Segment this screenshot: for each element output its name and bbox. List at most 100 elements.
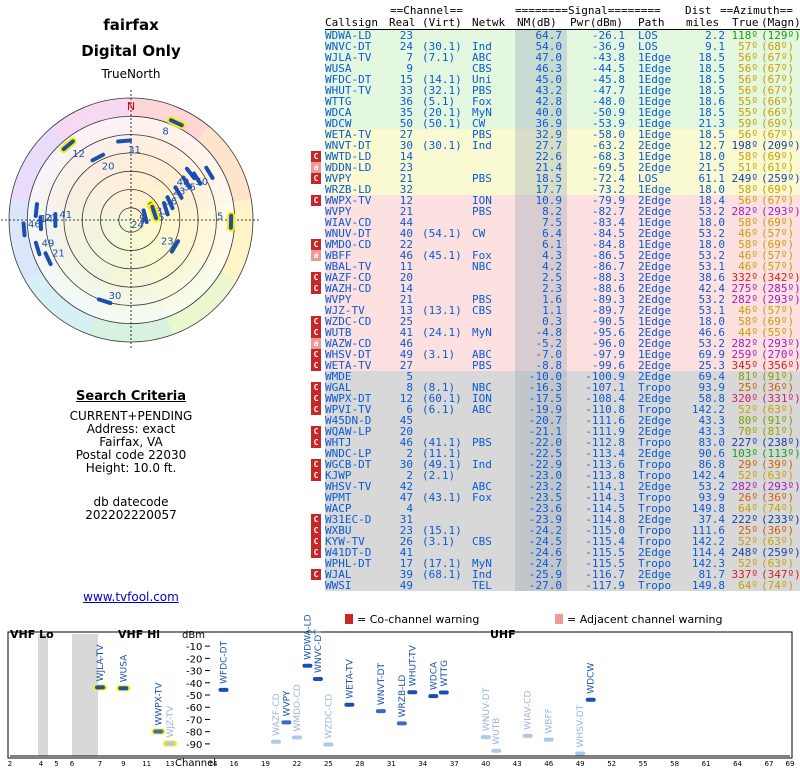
x-tick-label: 5 [54,760,58,768]
signal-bar [95,685,105,690]
signal-bar [323,742,334,747]
co-channel-warning-icon: C [311,382,321,393]
signal-bar [543,737,554,742]
signal-bar [438,690,449,695]
signal-bar [375,709,386,714]
cell-net: CBS [472,304,492,317]
signal-bar [218,687,229,692]
table-row: C WETA-TV 27 PBS -8.8 -99.6 2Edge 25.3 345º (356º… [311,360,800,371]
col-path: Path [638,16,665,29]
cell-mag: (74º) [761,579,795,592]
north-marker: N [127,100,135,113]
col-magn: (Magn) [761,16,800,29]
table-row: WHUT-TV 33 (32.1) PBS 43.2 -47.7 1Edge 18.5 56º(… [325,85,800,96]
table-row: WDWA-LD 23 64.7 -26.1 LOS 2.2 118º (129º) [325,30,800,41]
table-row: C WWTD-LD 14 22.6 -68.3 1Edge 18.0 58º (69º) [311,151,800,162]
station-label: 21 [52,249,65,260]
co-channel-warning-icon: C [311,459,321,470]
cell-net: PBS [472,205,492,218]
fm-gap-shade [72,634,98,756]
x-tick-label: 64 [733,760,742,768]
table-row: C WGAL 8 (8.1) NBC -16.3 -107.1 Tropo 93.9 25º (36… [311,382,800,393]
table-row: C WHTJ 46 (41.1) PBS -22.0 -112.8 Tropo 83.0 227º… [311,437,800,448]
x-tick-label: 43 [513,760,522,768]
x-tick-label: 49 [576,760,585,768]
col-real: Real [389,16,416,29]
band-label: VHF Hi [118,628,160,641]
station-table: ==Channel== ========Signal======== Dist … [311,5,800,592]
table-row: W45DN-D 45 -20.7 -111.6 2Edge 43.3 80º (91º) [325,415,800,426]
co-channel-warning-icon: C [311,569,321,580]
polar-plot: N128312040233550363315975244621411449212… [1,90,261,350]
y-tick-label: -60 [186,703,202,714]
co-channel-warning-icon: C [311,283,321,294]
bar-label: WFDC-DT [219,640,229,683]
cell-virt: (50.1) [422,117,462,130]
bar-label: WNVT-DT [377,662,387,705]
x-tick-label: 11 [142,760,151,768]
x-tick-label: 9 [121,760,125,768]
y-axis-label: dBm [182,630,205,641]
table-row: C WJAL 39 (68.1) Ind -25.9 -116.7 2Edge 81.7 337º… [311,569,800,580]
bar-label: WIAV-CD [524,691,534,730]
site-link[interactable]: www.tvfool.com [0,590,262,604]
table-row: WACP 4 -23.6 -114.5 Tropo 149.8 64º (74º) [325,503,800,514]
cell-path: Tropo [638,579,672,592]
table-row: C WMDO-CD 22 6.1 -84.8 1Edge 18.0 58º (69º) [311,239,800,250]
signal-bar [522,733,533,738]
table-row: C WZDC-CD 25 0.3 -90.5 1Edge 18.0 58º (69º) [311,316,800,327]
x-tick-label: 46 [544,760,553,768]
table-row: C WGCB-DT 30 (49.1) Ind -22.9 -113.6 Tropo 86.8 2… [311,459,800,470]
signal-bar [153,729,164,734]
table-row: C WWPX-TV 12 ION 10.9 -79.9 2Edge 18.4 56º (67º) [311,195,800,206]
adjacent-channel-warning-icon: a [311,250,321,261]
x-tick-label: 52 [607,760,616,768]
signal-bar [407,690,418,695]
bar-label: WVPY [282,690,292,716]
table-row: WETA-TV 27 PBS 32.9 -58.0 1Edge 18.5 56º (67º) [325,129,800,140]
table-row: C WQAW-LP 20 -21.1 -111.9 2Edge 43.3 70º (81º) [311,426,800,437]
signal-bar [270,739,281,744]
co-channel-warning-icon: C [311,360,321,371]
bar-label: WDCA [429,661,439,690]
table-row: WNUV-DT 40 (54.1) CW 6.4 -84.5 2Edge 53.2 46º (57… [325,228,800,239]
band-label: UHF [490,628,516,641]
station-label: 35 [183,183,196,194]
bar-label: WETA-TV [345,659,355,699]
criteria-line: Height: 10.0 ft. [85,461,177,475]
signal-chart: VHF Lo VHF Hi UHF dBm-10-20 -30-40-50-60-70 -… [7,613,795,768]
col-power: Pwr(dBm) [570,16,623,29]
x-tick-label: 69 [786,760,795,768]
table-row: WNVT-DT 30 (30.1) Ind 27.7 -63.2 2Edge 12.7 198º… [325,140,800,151]
bar-label: WAZF-CD [272,693,282,735]
table-row: C WAZH-CD 14 2.3 -88.6 2Edge 42.4 275º (285º) [311,283,800,294]
y-tick-label: -40 [186,679,202,690]
col-nm: NM(dB) [517,16,557,29]
cell-virt: (6.1) [422,403,456,416]
bar-label: WZDC-CD [324,694,334,739]
station-marker [116,138,133,144]
cell-virt: (3.1) [422,535,456,548]
x-tick-label: 31 [387,760,396,768]
db-datecode: db datecode 202202220057 [0,496,262,522]
x-tick-label: 22 [292,760,301,768]
co-channel-warning-icon: C [311,404,321,415]
co-channel-warning-icon: C [311,239,321,250]
co-channel-warning-icon: C [311,470,321,481]
co-channel-warning-icon: C [311,195,321,206]
table-row: WDCA 35 (20.1) MyN 40.0 -50.9 1Edge 18.5 55º (66º… [325,107,800,118]
bar-label: WTTG [440,660,450,687]
bar-label: WUTB [492,718,502,745]
cell-virt: (54.1) [422,227,462,240]
x-tick-label: 34 [418,760,427,768]
col-true: True [732,16,759,29]
co-channel-warning-icon: C [311,426,321,437]
table-row: WVPY 21 PBS 1.6 -89.3 2Edge 53.2 282º (293º) [325,294,800,305]
bar-label: WJZ-TV [166,705,176,737]
x-tick-label: 25 [324,760,333,768]
table-row: WVPY 21 PBS 8.2 -82.7 2Edge 53.2 282º (293º) [325,206,800,217]
table-row: WNVC-DT 24 (30.1) Ind 54.0 -36.9 LOS 9.1 57º (68º… [325,41,800,52]
cell-net: TEL [472,579,492,592]
table-row: C WVPY 21 PBS 18.5 -72.4 LOS 61.1 249º (259º) [311,173,800,184]
table-body: WDWA-LD 23 64.7 -26.1 LOS 2.2 118º (129º) WNVC-D… [311,30,800,592]
